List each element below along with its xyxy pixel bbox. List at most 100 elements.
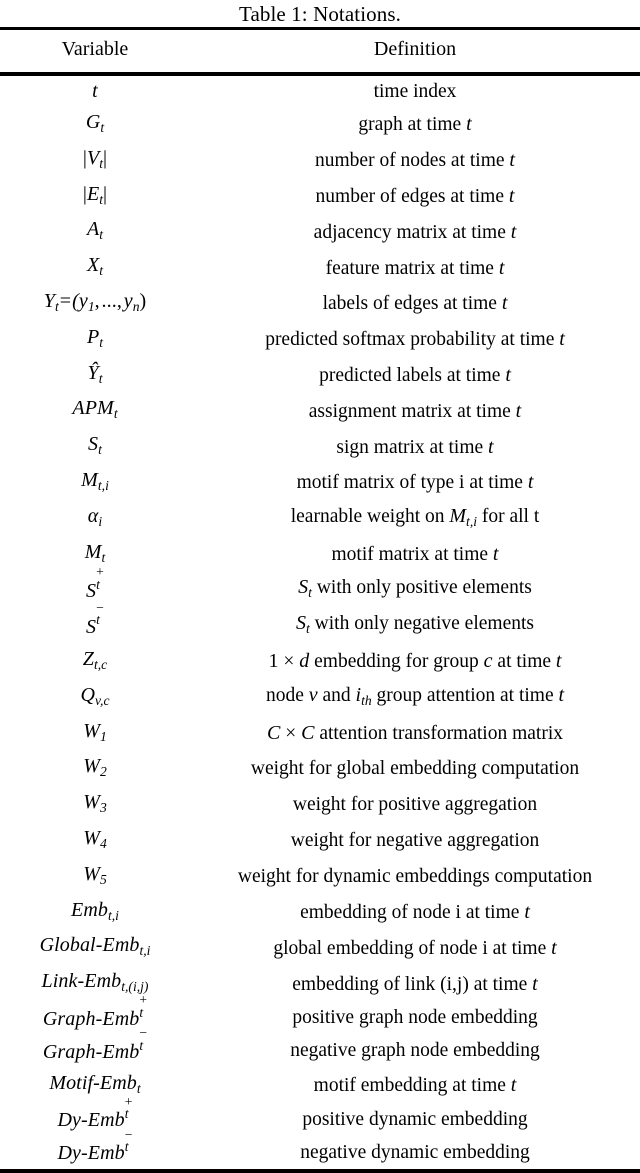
cell-definition: St with only negative elements xyxy=(296,612,534,636)
column-header-variable: Variable xyxy=(61,38,129,60)
table-row: αi learnable weight on Mt,i for all t xyxy=(0,501,640,537)
cell-variable: |Et| xyxy=(82,182,108,207)
cell-variable: W3 xyxy=(83,791,107,815)
cell-definition: assignment matrix at time t xyxy=(308,399,522,422)
cell-definition: node v and ith group attention at time t xyxy=(265,683,565,708)
cell-definition: negative dynamic embedding xyxy=(300,1141,530,1163)
cell-definition: positive dynamic embedding xyxy=(302,1108,528,1130)
table-row: W5 weight for dynamic embeddings computa… xyxy=(0,859,640,895)
cell-definition: embedding of node i at time t xyxy=(300,900,530,923)
cell-variable: Motif-Embt xyxy=(49,1071,141,1096)
table-row: Graph-Emb + t positive graph node embeddin… xyxy=(0,992,640,1035)
cell-variable: S + t xyxy=(86,564,104,602)
table-row: Yt=(y1, ..., yn) labels of edges at time… xyxy=(0,286,640,322)
cell-definition: motif embedding at time t xyxy=(313,1074,517,1097)
table-caption: Table 1: Notations. xyxy=(239,2,401,26)
cell-definition: motif matrix at time t xyxy=(331,542,499,565)
cell-variable: Global-Embt,i xyxy=(39,934,151,959)
cell-definition: sign matrix at time t xyxy=(336,435,494,458)
table-row: Motif-Embt motif embedding at time t xyxy=(0,1068,640,1104)
cell-definition: number of edges at time t xyxy=(315,184,515,207)
cell-definition: C × C attention transformation matrix xyxy=(267,721,563,744)
table-row: Pt predicted softmax probability at time… xyxy=(0,322,640,358)
table-row: St sign matrix at time t xyxy=(0,429,640,465)
cell-definition: St with only positive elements xyxy=(298,576,532,601)
table-row: Link-Embt,(i,j) embedding of link (i,j) … xyxy=(0,966,640,1002)
cell-definition: learnable weight on Mt,i for all t xyxy=(290,504,540,529)
table-row: Embt,i embedding of node i at time t xyxy=(0,895,640,931)
cell-definition: graph at time t xyxy=(358,113,472,136)
table-row: t time index xyxy=(0,76,640,107)
cell-variable: St xyxy=(88,433,102,457)
cell-definition: adjacency matrix at time t xyxy=(313,220,517,243)
cell-definition: labels of edges at time t xyxy=(322,292,508,315)
cell-definition: motif matrix of type i at time t xyxy=(296,471,534,494)
cell-variable: Pt xyxy=(86,325,104,350)
column-header-definition: Definition xyxy=(373,38,457,60)
cell-variable: Mt,i xyxy=(81,468,109,493)
cell-variable: Embt,i xyxy=(71,898,119,923)
cell-definition: 1 × d embedding for group c at time t xyxy=(268,650,562,673)
cell-variable: Dy-Emb + t xyxy=(57,1093,133,1132)
cell-variable: W2 xyxy=(83,755,107,780)
table-row: Zt,c 1 × d embedding for group c at time… xyxy=(0,644,640,680)
cell-variable: S − t xyxy=(86,599,104,638)
table-header: Variable Definition xyxy=(0,30,640,70)
table-row: |Et| number of edges at time t xyxy=(0,179,640,215)
table-row: APMt assignment matrix at time t xyxy=(0,393,640,429)
table-row: Dy-Emb − t negative dynamic embedding xyxy=(0,1126,640,1169)
notations-body-table: t time index Gt graph at time t |Vt| num… xyxy=(0,76,640,1169)
table-row: Ŷt predicted labels at time t xyxy=(0,358,640,394)
cell-variable: W5 xyxy=(83,862,107,887)
table-row: Global-Embt,i global embedding of node i… xyxy=(0,930,640,966)
cell-definition: embedding of link (i,j) at time t xyxy=(292,972,538,995)
table-row: W3 weight for positive aggregation xyxy=(0,787,640,823)
cell-variable: At xyxy=(86,218,104,243)
cell-definition: number of nodes at time t xyxy=(315,149,515,172)
cell-variable: APMt xyxy=(72,397,118,422)
cell-definition: predicted labels at time t xyxy=(319,363,511,386)
cell-variable: Gt xyxy=(85,111,105,135)
cell-variable: Dy-Emb − t xyxy=(57,1126,133,1165)
table-row: |Vt| number of nodes at time t xyxy=(0,143,640,179)
cell-variable: |Vt| xyxy=(82,146,108,171)
cell-variable: W4 xyxy=(83,826,107,851)
table-row: Dy-Emb + t positive dynamic embedding xyxy=(0,1093,640,1137)
cell-variable: Graph-Emb + t xyxy=(42,992,148,1030)
cell-variable: t xyxy=(92,80,98,102)
cell-variable: Ŷt xyxy=(87,361,103,386)
cell-definition: positive graph node embedding xyxy=(292,1007,538,1029)
notations-table: Variable Definition xyxy=(0,30,640,70)
cell-definition: time index xyxy=(373,80,457,102)
table-page: Table 1: Notations. Variable Definition … xyxy=(0,0,640,1173)
table-row: Gt graph at time t xyxy=(0,107,640,143)
cell-variable: αi xyxy=(87,504,103,529)
cell-definition: weight for dynamic embeddings computatio… xyxy=(237,865,593,887)
cell-variable: Graph-Emb − t xyxy=(42,1025,148,1063)
table-row: Mt,i motif matrix of type i at time t xyxy=(0,465,640,501)
cell-definition: weight for positive aggregation xyxy=(292,794,538,816)
cell-variable: Xt xyxy=(86,254,104,278)
cell-definition: global embedding of node i at time t xyxy=(273,936,557,959)
table-row: S − t St with only negative elements xyxy=(0,599,640,644)
table-body: t time index Gt graph at time t |Vt| num… xyxy=(0,76,640,1169)
header-row: Variable Definition xyxy=(0,30,640,70)
cell-variable: W1 xyxy=(83,719,107,744)
cell-definition: negative graph node embedding xyxy=(290,1040,540,1062)
cell-definition: weight for global embedding computation xyxy=(250,758,580,780)
table-row: Xt feature matrix at time t xyxy=(0,250,640,286)
table-row: W1 C × C attention transformation matrix xyxy=(0,716,640,752)
cell-variable: Qv,c xyxy=(80,683,110,708)
cell-definition: predicted softmax probability at time t xyxy=(265,328,565,351)
table-row: At adjacency matrix at time t xyxy=(0,214,640,250)
cell-variable: Link-Embt,(i,j) xyxy=(41,970,149,994)
cell-definition: feature matrix at time t xyxy=(325,256,505,279)
cell-variable: Mt xyxy=(84,540,106,565)
table-row: Graph-Emb − t negative graph node embeddin… xyxy=(0,1025,640,1068)
bottom-rule xyxy=(0,1169,640,1173)
cell-definition: weight for negative aggregation xyxy=(290,829,540,851)
table-row: W2 weight for global embedding computati… xyxy=(0,751,640,787)
cell-variable: Yt=(y1, ..., yn) xyxy=(43,289,147,314)
table-row: Qv,c node v and ith group attention at t… xyxy=(0,680,640,716)
cell-variable: Zt,c xyxy=(82,647,108,672)
